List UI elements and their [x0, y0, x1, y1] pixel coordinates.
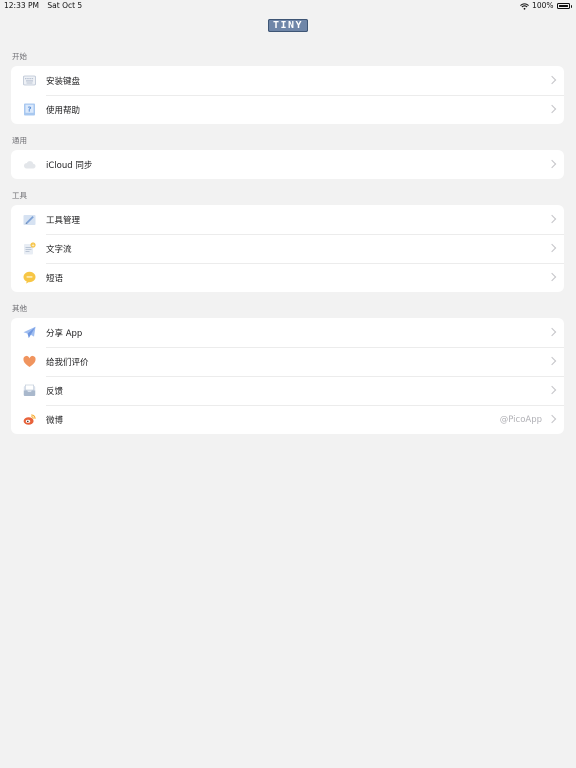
- status-date: Sat Oct 5: [47, 1, 83, 10]
- row-weibo[interactable]: 微博 @PicoApp: [11, 405, 564, 434]
- app-logo: TINY: [268, 19, 308, 32]
- section-label-other: 其他: [12, 304, 27, 313]
- chevron-right-icon: [547, 159, 557, 169]
- battery-icon: [556, 3, 570, 9]
- wifi-icon: [520, 2, 529, 10]
- svg-text:+: +: [31, 243, 34, 248]
- row-label: 短语: [46, 273, 64, 284]
- row-text-flow[interactable]: + 文字流: [11, 234, 564, 263]
- row-share-app[interactable]: 分享 App: [11, 318, 564, 347]
- section-label-general: 通用: [12, 136, 27, 145]
- weibo-handle: @PicoApp: [499, 414, 542, 425]
- row-label: 分享 App: [46, 328, 83, 339]
- paper-plane-icon: [23, 326, 36, 338]
- group-tools: 工具管理 + 文字流 短语: [11, 205, 564, 292]
- section-label-tools: 工具: [12, 191, 27, 200]
- help-book-icon: ?: [24, 103, 35, 116]
- row-phrases[interactable]: 短语: [11, 263, 564, 292]
- status-bar: 12:33 PM Sat Oct 5 100%: [0, 0, 576, 12]
- status-time: 12:33 PM: [4, 1, 39, 10]
- chevron-right-icon: [547, 104, 557, 114]
- row-label: 微博: [46, 415, 64, 426]
- row-label: 文字流: [46, 244, 72, 255]
- row-feedback[interactable]: 反馈: [11, 376, 564, 405]
- group-start: 安装键盘 ? 使用帮助: [11, 66, 564, 124]
- cloud-icon: [23, 161, 36, 169]
- chevron-right-icon: [547, 385, 557, 395]
- heart-icon: [23, 355, 36, 367]
- group-general: iCloud 同步: [11, 150, 564, 179]
- row-label: 工具管理: [46, 215, 81, 226]
- text-flow-icon: +: [24, 242, 36, 255]
- chat-bubble-icon: [23, 271, 36, 284]
- weibo-icon: [23, 414, 36, 425]
- row-install-keyboard[interactable]: 安装键盘: [11, 66, 564, 95]
- mail-tray-icon: [23, 384, 36, 396]
- group-other: 分享 App 给我们评价 反馈 微博 @PicoApp: [11, 318, 564, 434]
- row-label: 安装键盘: [46, 76, 81, 87]
- row-tool-management[interactable]: 工具管理: [11, 205, 564, 234]
- chevron-right-icon: [547, 243, 557, 253]
- chevron-right-icon: [547, 356, 557, 366]
- battery-percent: 100%: [532, 1, 554, 10]
- chevron-right-icon: [547, 272, 557, 282]
- row-label: iCloud 同步: [46, 160, 93, 171]
- chevron-right-icon: [547, 414, 557, 424]
- chevron-right-icon: [547, 75, 557, 85]
- row-label: 反馈: [46, 386, 64, 397]
- row-label: 使用帮助: [46, 105, 81, 116]
- keyboard-icon: [23, 75, 36, 86]
- svg-text:?: ?: [27, 106, 31, 114]
- row-label: 给我们评价: [46, 357, 89, 368]
- chevron-right-icon: [547, 214, 557, 224]
- row-rate-us[interactable]: 给我们评价: [11, 347, 564, 376]
- section-label-start: 开始: [12, 52, 27, 61]
- row-icloud-sync[interactable]: iCloud 同步: [11, 150, 564, 179]
- row-help[interactable]: ? 使用帮助: [11, 95, 564, 124]
- tools-icon: [23, 215, 36, 225]
- chevron-right-icon: [547, 327, 557, 337]
